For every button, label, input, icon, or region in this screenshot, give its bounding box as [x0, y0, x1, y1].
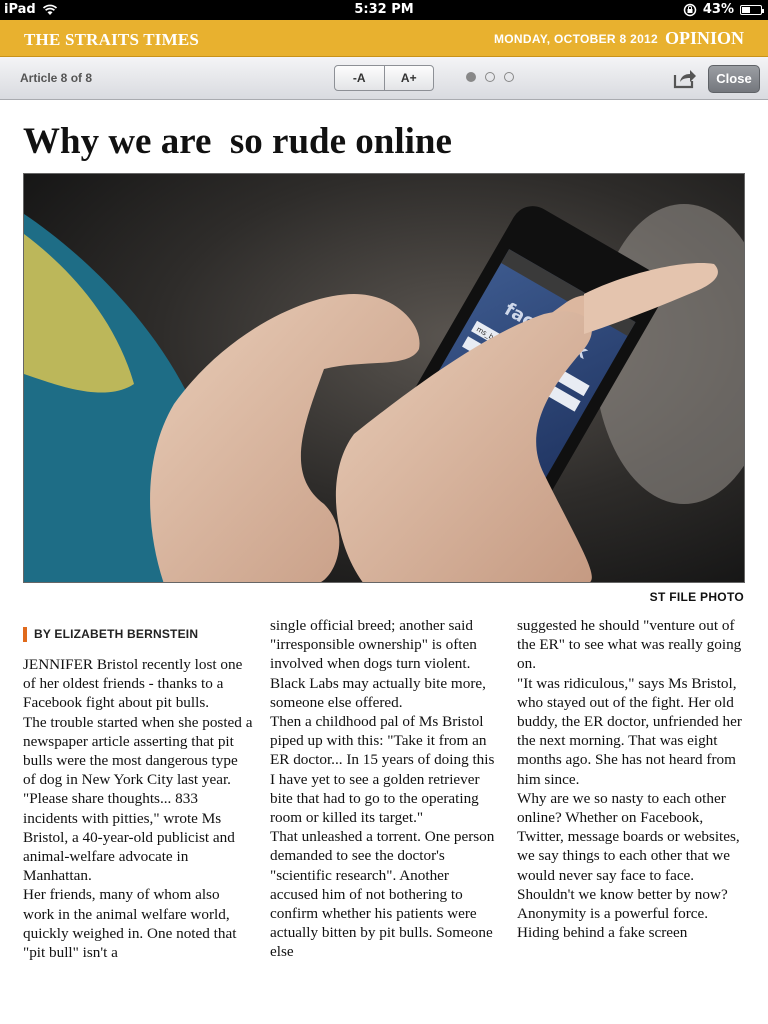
brand-logo: THE STRAITS TIMES [24, 30, 200, 49]
font-smaller-button[interactable]: -A [335, 66, 384, 90]
font-size-control: -A A+ [334, 65, 434, 91]
page-dot-1[interactable] [466, 72, 476, 82]
page-indicator[interactable] [466, 72, 514, 82]
article-counter: Article 8 of 8 [20, 71, 93, 85]
article-column-2: single official breed; another said "irr… [270, 616, 500, 962]
article-headline: Why we are so rude online [23, 121, 452, 162]
paragraph: JENNIFER Bristol recently lost one of he… [23, 656, 243, 712]
share-icon[interactable] [672, 66, 698, 90]
article-photo: facebook ms_bristol@yahoo.com [23, 173, 745, 583]
article-column-1: BY ELIZABETH BERNSTEIN JENNIFER Bristol … [23, 627, 253, 962]
section-label: OPINION [664, 28, 744, 48]
edition-date: MONDAY, OCTOBER 8 2012 [494, 32, 658, 46]
photo-illustration: facebook ms_bristol@yahoo.com [24, 174, 744, 582]
reader-toolbar: Article 8 of 8 -A A+ Close [0, 57, 768, 100]
close-button[interactable]: Close [708, 65, 760, 93]
paragraph: The trouble started when she posted a ne… [23, 713, 253, 885]
paragraph: Anonymity is a powerful force. Hiding be… [517, 905, 709, 942]
status-right: 43% [683, 2, 764, 17]
page-dot-2[interactable] [485, 72, 495, 82]
byline: BY ELIZABETH BERNSTEIN [23, 627, 253, 642]
battery-fill [742, 6, 750, 13]
battery-percent: 43% [702, 2, 734, 17]
article-column-3: suggested he should "venture out of the … [517, 616, 747, 942]
paragraph: "It was ridiculous," says Ms Bristol, wh… [517, 674, 742, 788]
paragraph: Her friends, many of whom also work in t… [23, 886, 237, 962]
status-time: 5:32 PM [354, 2, 414, 17]
paragraph: single official breed; another said "irr… [270, 617, 486, 711]
page-dot-3[interactable] [504, 72, 514, 82]
rotation-lock-icon [683, 3, 697, 16]
masthead: THE STRAITS TIMES MONDAY, OCTOBER 8 2012… [0, 20, 768, 57]
status-bar: iPad 5:32 PM 43% [0, 0, 768, 20]
battery-icon [740, 4, 764, 15]
paragraph: That unleashed a torrent. One person dem… [270, 828, 495, 961]
photo-credit: ST FILE PHOTO [649, 590, 744, 604]
paragraph: Then a childhood pal of Ms Bristol piped… [270, 713, 495, 827]
paragraph: suggested he should "venture out of the … [517, 617, 742, 673]
paragraph: Why are we so nasty to each other online… [517, 789, 740, 903]
font-larger-button[interactable]: A+ [383, 66, 434, 90]
